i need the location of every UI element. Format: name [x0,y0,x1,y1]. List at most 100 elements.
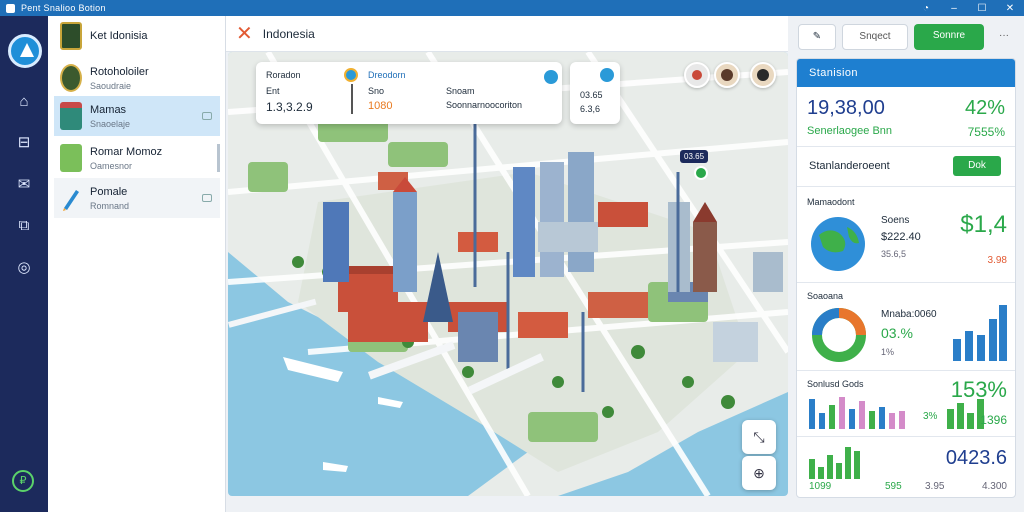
map-title: Indonesia [262,26,315,41]
popup-sub: Ent [266,86,280,96]
list-item[interactable]: Pomale Romnand [54,178,220,218]
bar-chart-multi [809,397,905,429]
item-title: Rotoholoiler [90,65,149,78]
item-thumbnail [60,22,82,50]
popup-label: Roradon [266,70,301,80]
block-small-3: 3.95 [925,481,945,492]
item-subtitle: Romnand [90,200,130,211]
kpi-section: 19,38,00 42% Senerlaogee Bnn 7555% [797,87,1015,147]
list-item[interactable]: Rotoholoiler Saoudraie [54,58,220,98]
map-info-popup-small[interactable]: 03.65 6.3,6 [570,62,620,124]
item-thumbnail [60,102,82,130]
close-map-icon[interactable]: ✕ [236,21,253,46]
block-line-2: $222.40 [881,231,921,243]
kpi-label: Senerlaogee Bnn [807,125,893,137]
stats-block-4: 0423.6 1099 595 3.95 4.300 [797,437,1015,497]
stats-block-3: Sonlusd Gods 3% 153% 1396 [797,371,1015,437]
item-thumbnail [60,64,82,92]
block-percent: 03.% [881,325,913,341]
block-line-1: Mnaba:0060 [881,309,937,320]
block-small-1: 3% [923,411,938,422]
item-title: Romar Momoz [90,145,163,158]
block-title: Soaoana [807,291,844,301]
pin-icon [344,68,358,82]
popup-sub-2: Sno [368,86,385,96]
map-pin-label[interactable]: 03.65 [680,150,709,163]
popup-line-1: Snoam [446,86,475,96]
bar-chart-green-large [809,447,860,479]
popup-line-2: Soonnarnoocoriton [446,100,523,110]
item-badge-icon [202,112,212,120]
stats-block-1: Mamaodont Soens $222.40 35.6,5 $1,4 3.98 [797,187,1015,283]
item-title: Ket Idonisia [90,30,148,42]
window-title: Pent Snalioo Botion [21,3,106,13]
primary-button[interactable]: Sonnre [914,24,984,50]
popup-value-small-2: 6.3,6 [580,104,601,114]
item-badge-icon [202,194,212,202]
restore-icon[interactable]: ◔ [912,3,940,14]
bar-chart-blue [953,305,1007,361]
home-icon[interactable]: ⌂ [14,92,34,112]
zoom-tools-icon[interactable]: ⤡ [742,420,776,454]
statistics-panel: Stanision 19,38,00 42% Senerlaogee Bnn 7… [796,58,1016,498]
list-item-selected[interactable]: Mamas Snaoelaje [54,96,220,136]
title-bar: Pent Snalioo Botion ◔ – ☐ ✕ [0,0,1024,16]
block-small-2: 1396 [980,413,1007,427]
list-scrollbar[interactable] [217,144,220,172]
list-item[interactable]: Romar Momoz Oamesnor [54,138,220,178]
popup-value-small-1: 03.65 [580,90,603,100]
block-big-value: 0423.6 [945,447,1007,469]
minimize-button[interactable]: – [940,3,968,14]
section-row: Stanlanderoeent Dok [797,147,1015,187]
block-small-1: 1099 [809,481,832,492]
block-line-1: Soens [881,215,910,226]
avatar[interactable] [714,62,740,88]
nav-rail: ⌂ ⊟ ✉ ⧉ ◎ ₽ [0,16,48,512]
block-line-3: 35.6,5 [881,249,907,259]
inbox-icon[interactable]: ⊟ [14,133,34,153]
map-info-popup[interactable]: Roradon Ent 1.3,3.2.9 Dreodorn Sno 1080 … [256,62,562,124]
locate-icon[interactable]: ⊕ [742,456,776,490]
kpi-percent: 42% [964,97,1005,119]
panel-header: Stanision [797,59,1015,87]
kpi-sub-percent: 7555% [967,125,1005,139]
block-title: Mamaodont [807,197,855,207]
block-small-2: 595 [885,481,902,492]
mail-icon[interactable]: ✉ [14,175,34,195]
section-row-label: Stanlanderoeent [809,160,890,172]
globe-icon[interactable]: ◎ [14,258,34,278]
kpi-value: 19,38,00 [807,97,885,119]
info-icon[interactable] [600,68,614,82]
map-marker-icon[interactable] [694,166,708,180]
more-icon[interactable]: ··· [992,24,1016,50]
block-big-value: $1,4 [960,211,1007,238]
item-subtitle: Oamesnor [90,160,133,171]
chart-icon[interactable]: ⧉ [14,216,34,236]
item-thumbnail [60,144,82,172]
donut-chart [812,308,866,362]
block-small-4: 4.300 [981,481,1007,492]
block-small-value: 3.98 [987,255,1007,266]
avatar[interactable] [684,62,710,88]
item-title: Pomale [90,185,128,198]
popup-value-2: 1080 [368,100,393,112]
item-subtitle: Saoudraie [90,80,132,91]
stats-block-2: Soaoana Mnaba:0060 03.% 1% [797,283,1015,371]
map-header: ✕ Indonesia [226,16,788,52]
search-button[interactable]: Snqect [842,24,908,50]
city-map[interactable]: Roradon Ent 1.3,3.2.9 Dreodorn Sno 1080 … [228,52,788,496]
item-title: Mamas [90,103,127,116]
maximize-button[interactable]: ☐ [968,3,996,14]
popup-value: 1.3,3.2.9 [266,100,313,114]
pen-icon [60,184,82,212]
location-list: Ket Idonisia Rotoholoiler Saoudraie Mamas… [48,16,226,512]
edit-icon[interactable]: ✎ [798,24,836,50]
avatar[interactable] [750,62,776,88]
account-icon[interactable]: ₽ [12,470,34,492]
list-item[interactable]: Ket Idonisia [54,16,220,56]
app-icon [6,3,15,13]
close-button[interactable]: ✕ [996,3,1024,14]
app-logo[interactable] [8,34,42,68]
info-icon[interactable] [544,70,558,84]
section-row-button[interactable]: Dok [953,156,1001,176]
